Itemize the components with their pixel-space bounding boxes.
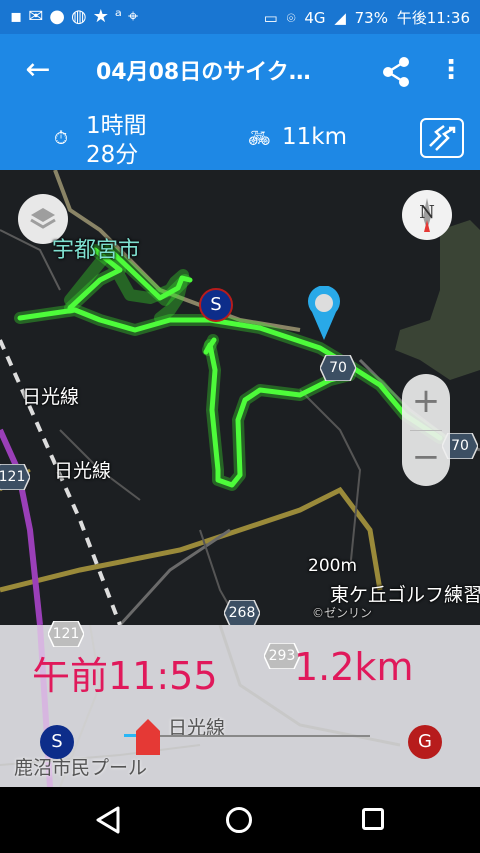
share-icon[interactable] [376, 52, 416, 92]
notification-icons: ▪✉●◍★ᵃ⌖ [10, 6, 144, 27]
start-marker[interactable]: S [199, 288, 233, 322]
nav-home-icon[interactable] [226, 807, 252, 833]
bicycle-icon: 🚲︎ [248, 128, 271, 149]
scale-label: 200m [308, 556, 358, 576]
status-right: ▭ ⌾ 4G ◢ 73% 午後11:36 [260, 7, 470, 28]
gmail-icon: ✉ [28, 6, 50, 27]
playback-slider-track[interactable] [124, 735, 370, 737]
back-arrow-icon[interactable]: ← [18, 50, 58, 90]
playback-goal-marker: G [408, 725, 442, 759]
city-label: 宇都宮市 [52, 238, 141, 263]
compass-letter: N [419, 202, 435, 223]
clock: 午後11:36 [396, 9, 470, 27]
status-bar: ▪✉●◍★ᵃ⌖ ▭ ⌾ 4G ◢ 73% 午後11:36 [0, 0, 480, 34]
notification-icon: ● [49, 6, 72, 27]
compass-icon: N [419, 198, 435, 232]
nav-recents-icon[interactable] [362, 808, 384, 830]
location-pin-icon: ⌾ [286, 9, 296, 27]
zoom-out-button[interactable]: − [402, 430, 450, 486]
steps-icon: ᵃ [114, 6, 128, 27]
more-options-icon[interactable]: ⋮ [436, 52, 466, 92]
panel-pool-label: 鹿沼市民プール [14, 757, 148, 779]
zoom-control: + − [402, 374, 450, 486]
distance-value: 11km [282, 124, 347, 150]
playback-distance: 1.2km [294, 645, 414, 689]
location-pin-icon [308, 286, 340, 340]
playback-time: 午前11:55 [32, 654, 218, 698]
zoom-in-button[interactable]: + [402, 374, 450, 430]
railway-label-1: 日光線 [22, 386, 80, 408]
cast-icon: ▭ [263, 9, 278, 27]
playback-slider-thumb[interactable] [136, 719, 161, 755]
android-icon: ◍ [71, 6, 93, 27]
playback-start-marker: S [40, 725, 74, 759]
network-type: 4G [304, 9, 326, 27]
signal-icon: ◢ [334, 9, 346, 27]
star-icon: ★ [92, 6, 115, 27]
playback-slider-progress [124, 734, 137, 737]
stopwatch-icon: ⏱ [54, 128, 69, 149]
message-icon: ▪ [10, 6, 29, 27]
railway-label-2: 日光線 [54, 460, 112, 482]
duration-value: 1時間 28分 [86, 113, 147, 168]
page-title: 04月08日のサイク… [96, 60, 311, 85]
compass-button[interactable]: N [402, 190, 452, 240]
playback-panel: 121 293 午前11:55 1.2km 日光線 鹿沼市民プール S G [0, 620, 480, 787]
nav-back-icon[interactable] [92, 805, 126, 835]
system-nav-bar [0, 787, 480, 853]
app-bar: ← 04月08日のサイク… ⋮ [0, 34, 480, 106]
route-shield-268: 268 [223, 599, 261, 625]
route-icon [429, 125, 456, 151]
map-view[interactable]: N 宇都宮市 日光線 日光線 200m 東ケ丘ゴルフ練習 ©ゼンリン 70 70… [0, 170, 480, 625]
copyright-label: ©ゼンリン [312, 606, 373, 620]
golf-label: 東ケ丘ゴルフ練習 [330, 584, 480, 606]
route-shield-121-panel: 121 [47, 620, 85, 648]
battery-level: 73% [354, 9, 388, 27]
route-shield-121: 121 [0, 463, 31, 491]
route-view-button[interactable] [420, 118, 464, 158]
route-shield-70: 70 [319, 354, 357, 382]
location-icon: ⌖ [127, 6, 145, 27]
stats-bar: ⏱ 1時間 28分 🚲︎ 11km [0, 106, 480, 170]
